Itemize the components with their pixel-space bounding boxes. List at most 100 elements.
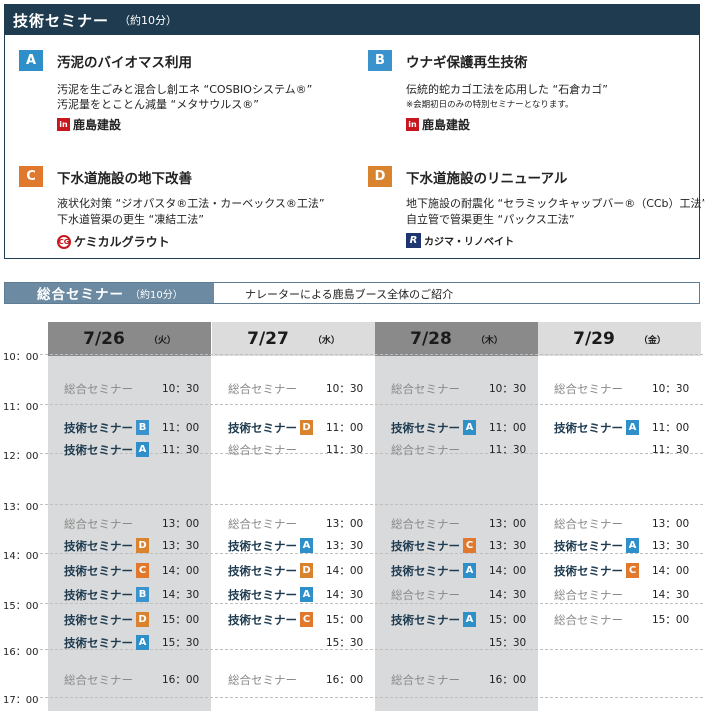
tech-seminar-label: 技術セミナー <box>228 421 297 435</box>
entry-time: 11：30 <box>489 444 527 456</box>
seminar-badge: A <box>463 420 476 435</box>
entry-time: 13：30 <box>162 540 200 552</box>
day-header: 7/26 （火） <box>48 322 211 356</box>
entry-time: 13：30 <box>489 540 527 552</box>
entry-time: 16：00 <box>326 674 364 686</box>
seminar-badge: A <box>463 563 476 578</box>
seminar-badge: D <box>368 166 392 187</box>
schedule-entry: 技術セミナー A 15：00 <box>391 612 536 628</box>
entry-time: 13：30 <box>652 540 690 552</box>
hour-divider <box>40 697 703 698</box>
schedule-entry: 技術セミナー B 11：00 <box>64 420 209 436</box>
seminar-d: D 下水道施設のリニューアル 地下施設の耐震化 “セラミックキャップバー®（CC… <box>368 166 705 248</box>
seminar-badge: A <box>136 635 149 650</box>
day-header: 7/29 （金） <box>538 322 701 356</box>
general-seminar-label: 総合セミナー <box>391 673 460 687</box>
hour-divider <box>40 354 703 355</box>
tech-seminar-label: 技術セミナー <box>554 539 623 553</box>
general-seminar-label: 総合セミナー <box>228 382 297 396</box>
tech-seminar-label: 技術セミナー <box>554 564 623 578</box>
entry-time: 13：30 <box>326 540 364 552</box>
seminar-desc-line: 伝統的蛇カゴ工法を応用した “石倉カゴ” <box>406 83 608 96</box>
entry-time: 15：30 <box>489 637 527 649</box>
tech-seminar-label: 技術セミナー <box>228 613 297 627</box>
tech-seminar-label: 技術セミナー <box>64 588 133 602</box>
kajima-logo: in 鹿島建設 <box>57 116 121 133</box>
seminar-a: A 汚泥のバイオマス利用 汚泥を生ごみと混合し創エネ “COSBIOシステム®”… <box>19 50 339 133</box>
entry-time: 10：30 <box>162 383 200 395</box>
seminar-title: 下水道施設の地下改善 <box>57 171 192 187</box>
general-seminar-label: 総合セミナー <box>64 517 133 531</box>
entry-time: 15：00 <box>326 614 364 626</box>
general-seminar-label: 総合セミナー （約10分） <box>5 283 214 303</box>
schedule-entry: 総合セミナー 11：30 <box>391 442 536 458</box>
time-label: 15：00 <box>3 601 39 612</box>
general-seminar-label: 総合セミナー <box>391 443 460 457</box>
entry-time: 11：00 <box>326 422 364 434</box>
entry-time: 11：00 <box>162 422 200 434</box>
tech-seminar-label: 技術セミナー <box>64 539 133 553</box>
entry-time: 13：00 <box>489 518 527 530</box>
entry-time: 13：00 <box>162 518 200 530</box>
day-date: 7/28 <box>410 329 452 349</box>
general-seminar-label: 総合セミナー <box>228 443 297 457</box>
time-label: 16：00 <box>3 647 39 658</box>
day-header: 7/27 （水） <box>212 322 375 356</box>
general-seminar-label: 総合セミナー <box>554 588 623 602</box>
day-weekday: （水） <box>312 335 340 346</box>
tech-seminar-label: 技術セミナー <box>64 443 133 457</box>
general-seminar-label: 総合セミナー <box>228 673 297 687</box>
seminar-desc-line: 自立管で管渠更生 “パックス工法” <box>406 213 575 226</box>
tech-seminar-label: 技術セミナー <box>228 588 297 602</box>
general-seminar-label: 総合セミナー <box>64 673 133 687</box>
seminar-title: ウナギ保護再生技術 <box>406 55 528 71</box>
seminar-desc-line: 汚泥を生ごみと混合し創エネ “COSBIOシステム®” <box>57 83 313 96</box>
entry-time: 14：00 <box>652 565 690 577</box>
day-date: 7/29 <box>573 329 615 349</box>
tech-seminar-panel: 技術セミナー （約10分） A 汚泥のバイオマス利用 汚泥を生ごみと混合し創エネ… <box>4 4 705 259</box>
schedule-entry: 総合セミナー 11：30 <box>228 442 373 458</box>
seminar-desc-line: 地下施設の耐震化 “セラミックキャップバー®（CCb）工法” <box>406 197 705 210</box>
entry-time: 16：00 <box>162 674 200 686</box>
seminar-badge: B <box>136 587 149 602</box>
schedule-entry: 総合セミナー 10：30 <box>64 381 209 397</box>
general-seminar-label: 総合セミナー <box>554 613 623 627</box>
tech-seminar-label: 技術セミナー <box>64 636 133 650</box>
time-label: 17：00 <box>3 695 39 706</box>
logo-text: 鹿島建設 <box>73 118 122 132</box>
schedule-entry: 総合セミナー 14：30 <box>554 587 699 603</box>
time-label: 12：00 <box>3 451 39 462</box>
schedule-entry: 総合セミナー 16：00 <box>391 672 536 688</box>
general-seminar-label: 総合セミナー <box>391 588 460 602</box>
seminar-badge: D <box>136 538 149 553</box>
schedule-entry: 15：30 <box>391 635 536 651</box>
general-seminar-label: 総合セミナー <box>228 517 297 531</box>
day-weekday: （金） <box>638 335 666 346</box>
logo-text: ケミカルグラウト <box>74 235 170 249</box>
schedule-entry: 技術セミナー A 11：00 <box>391 420 536 436</box>
schedule-entry: 技術セミナー A 13：30 <box>228 538 373 554</box>
entry-time: 15：30 <box>162 637 200 649</box>
entry-time: 11：30 <box>652 444 690 456</box>
entry-time: 14：30 <box>162 589 200 601</box>
entry-time: 15：00 <box>489 614 527 626</box>
schedule-entry: 技術セミナー A 13：30 <box>554 538 699 554</box>
schedule-entry: 総合セミナー 15：00 <box>554 612 699 628</box>
tech-seminar-label: 技術セミナー <box>554 421 623 435</box>
schedule-entry: 技術セミナー B 14：30 <box>64 587 209 603</box>
seminar-c: C 下水道施設の地下改善 液状化対策 “ジオパスタ®工法・カーベックス®工法” … <box>19 166 339 249</box>
general-seminar-label: 総合セミナー <box>64 382 133 396</box>
time-label: 14：00 <box>3 551 39 562</box>
schedule-entry: 技術セミナー A 11：00 <box>554 420 699 436</box>
day-date: 7/27 <box>247 329 289 349</box>
seminar-badge: C <box>300 612 313 627</box>
entry-time: 11：30 <box>326 444 364 456</box>
tech-seminar-label: 技術セミナー <box>64 564 133 578</box>
schedule-entry: 総合セミナー 10：30 <box>391 381 536 397</box>
tech-seminar-label: 技術セミナー <box>64 613 133 627</box>
kajima-logo-icon: in <box>406 118 419 131</box>
seminar-desc-line: 液状化対策 “ジオパスタ®工法・カーベックス®工法” <box>57 197 325 210</box>
tech-seminar-title: 技術セミナー <box>13 11 110 30</box>
tech-seminar-label: 技術セミナー <box>228 564 297 578</box>
hour-divider <box>40 404 703 405</box>
